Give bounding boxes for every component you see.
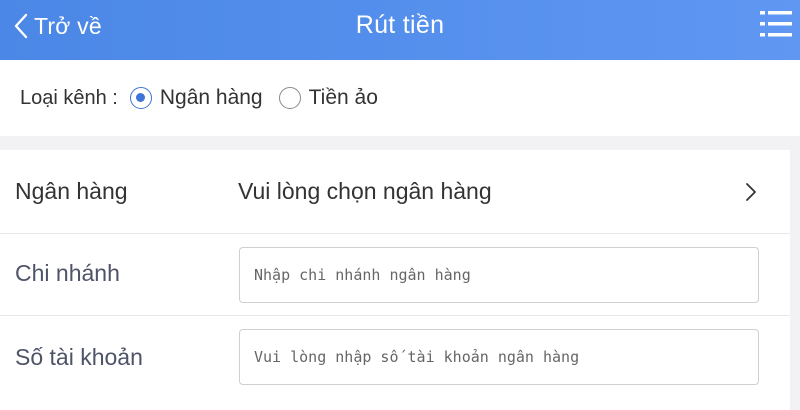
page-edge xyxy=(790,150,800,400)
account-number-row: Số tài khoản xyxy=(0,316,790,406)
menu-button[interactable] xyxy=(760,9,792,39)
chevron-right-icon[interactable] xyxy=(745,182,757,202)
bank-select-row[interactable]: Ngân hàng Vui lòng chọn ngân hàng xyxy=(0,150,790,234)
branch-label: Chi nhánh xyxy=(15,260,120,286)
account-number-label: Số tài khoản xyxy=(15,344,143,370)
branch-input[interactable] xyxy=(239,247,759,303)
channel-option-crypto[interactable]: Tiền ảo xyxy=(278,86,378,110)
app-header: Trở về Rút tiền xyxy=(0,0,800,60)
bank-select-value[interactable]: Vui lòng chọn ngân hàng xyxy=(238,178,492,205)
list-menu-icon xyxy=(760,9,792,39)
radio-checked-icon[interactable] xyxy=(129,87,152,109)
bank-label: Ngân hàng xyxy=(15,178,128,204)
withdraw-form: Ngân hàng Vui lòng chọn ngân hàng Chi nh… xyxy=(0,150,790,410)
account-number-input[interactable] xyxy=(239,329,759,385)
radio-unchecked-icon[interactable] xyxy=(278,87,301,109)
branch-row: Chi nhánh xyxy=(0,234,790,316)
channel-option-crypto-label: Tiền ảo xyxy=(308,86,378,109)
channel-option-bank[interactable]: Ngân hàng xyxy=(129,86,263,110)
channel-type-row: Loại kênh : Ngân hàng Tiền ảo xyxy=(0,60,800,136)
page-title: Rút tiền xyxy=(355,10,445,39)
channel-type-label: Loại kênh : xyxy=(20,86,118,109)
channel-option-bank-label: Ngân hàng xyxy=(159,86,263,109)
